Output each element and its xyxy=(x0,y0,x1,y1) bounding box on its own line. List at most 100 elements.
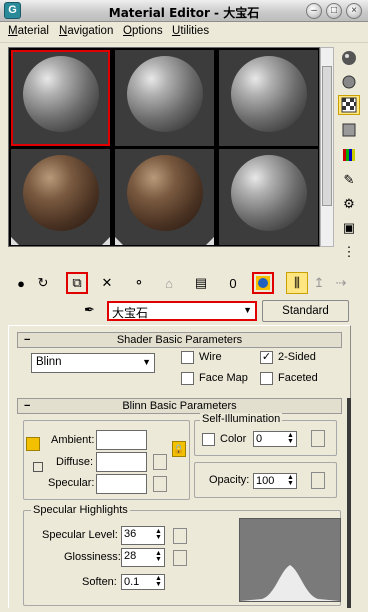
title-bar: G Material Editor - 大宝石 – □ × xyxy=(0,0,368,22)
self-illum-color-checkbox[interactable] xyxy=(202,433,215,446)
spinner-arrows-icon[interactable]: ▲ ▼ xyxy=(154,550,163,563)
wire-checkbox[interactable] xyxy=(181,351,194,364)
self-illum-spinner[interactable]: 0 ▲ ▼ xyxy=(253,431,297,447)
get-material-icon[interactable]: ● xyxy=(10,272,32,294)
sample-sphere xyxy=(231,56,307,132)
opacity-value: 100 xyxy=(256,475,275,487)
diffuse-map-button[interactable] xyxy=(153,454,167,470)
material-type-button[interactable]: Standard xyxy=(262,300,349,322)
material-name-field[interactable]: 大宝石 ▼ xyxy=(107,301,257,321)
sample-uv-tiling-icon[interactable] xyxy=(338,120,360,140)
menu-navigation[interactable]: Navigation xyxy=(59,25,113,37)
blinn-basic-rollout-header[interactable]: − Blinn Basic Parameters xyxy=(17,398,342,414)
scroll-thumb[interactable] xyxy=(322,66,332,206)
sample-slot-1[interactable] xyxy=(11,50,110,146)
opacity-map-button[interactable] xyxy=(311,472,325,489)
glossiness-spinner[interactable]: 28 ▲ ▼ xyxy=(121,548,165,567)
go-forward-to-sibling-icon[interactable]: ⇢ xyxy=(330,272,352,294)
specular-color-swatch[interactable] xyxy=(96,474,147,494)
lock-bracket-icon xyxy=(33,462,43,472)
lock-ambient-diffuse-icon[interactable] xyxy=(26,437,40,451)
put-to-library-icon[interactable]: ▤ xyxy=(190,272,212,294)
reset-map-icon[interactable]: ✕ xyxy=(96,272,118,294)
glossiness-map-button[interactable] xyxy=(173,550,187,566)
chevron-down-icon[interactable]: ▼ xyxy=(142,357,151,367)
face-map-label: Face Map xyxy=(199,372,248,384)
make-preview-icon[interactable]: ✎ xyxy=(338,170,360,190)
spinner-arrows-icon[interactable]: ▲ ▼ xyxy=(286,432,295,445)
specular-level-spinner[interactable]: 36 ▲ ▼ xyxy=(121,526,165,545)
face-map-checkbox[interactable] xyxy=(181,372,194,385)
self-illumination-label: Self-Illumination xyxy=(200,413,283,425)
menu-options[interactable]: Options xyxy=(123,25,163,37)
go-to-parent-icon[interactable]: ↥ xyxy=(308,272,330,294)
background-checker-icon[interactable] xyxy=(338,95,360,115)
textured-sphere xyxy=(127,155,203,231)
slots-scrollbar[interactable] xyxy=(320,47,334,247)
sample-slots xyxy=(8,47,320,247)
maximize-button[interactable]: □ xyxy=(326,3,342,19)
sample-slot-3[interactable] xyxy=(219,50,318,146)
show-map-in-viewport-icon[interactable] xyxy=(252,272,274,294)
select-by-material-icon[interactable]: ▣ xyxy=(338,218,360,238)
shader-dropdown[interactable]: Blinn ▼ xyxy=(31,353,155,373)
sample-slot-4[interactable] xyxy=(11,149,110,245)
make-unique-icon[interactable]: ⌂ xyxy=(158,272,180,294)
slot-corner-marker xyxy=(206,237,214,245)
sample-sphere xyxy=(23,56,99,132)
sample-sphere xyxy=(231,155,307,231)
collapse-icon: − xyxy=(24,334,31,346)
assign-to-selection-icon[interactable]: ⧉ xyxy=(66,272,88,294)
slot-corner-marker xyxy=(11,237,19,245)
chevron-down-icon[interactable]: ▼ xyxy=(243,305,252,315)
faceted-checkbox[interactable] xyxy=(260,372,273,385)
highlight-curve-icon xyxy=(240,565,340,601)
menu-utilities[interactable]: Utilities xyxy=(172,25,209,37)
diffuse-color-swatch[interactable] xyxy=(96,452,147,472)
specular-level-map-button[interactable] xyxy=(173,528,187,544)
lock-icon[interactable]: 🔒 xyxy=(172,441,186,457)
specular-label: Specular: xyxy=(48,477,95,489)
show-end-result-icon[interactable]: ⫼ xyxy=(286,272,308,294)
soften-label: Soften: xyxy=(82,576,117,588)
options-icon[interactable]: ⚙ xyxy=(338,194,360,214)
shader-basic-rollout-header[interactable]: − Shader Basic Parameters xyxy=(17,332,342,348)
menu-material[interactable]: Material xyxy=(8,25,49,37)
self-illum-color-label: Color xyxy=(220,433,247,445)
soften-value: 0.1 xyxy=(124,576,140,588)
sample-slot-2[interactable] xyxy=(115,50,214,146)
minimize-button[interactable]: – xyxy=(306,3,322,19)
backlight-icon[interactable] xyxy=(338,72,360,92)
highlight-curve-graph xyxy=(239,518,341,602)
two-sided-label: 2-Sided xyxy=(278,351,316,363)
panel-scrollbar[interactable] xyxy=(347,398,351,608)
spinner-arrows-icon[interactable]: ▲ ▼ xyxy=(154,575,163,588)
specular-level-value: 36 xyxy=(124,528,137,540)
sample-slot-6[interactable] xyxy=(219,149,318,245)
opacity-spinner[interactable]: 100 ▲ ▼ xyxy=(253,473,297,489)
put-to-scene-icon[interactable]: ↻ xyxy=(32,272,54,294)
glossiness-value: 28 xyxy=(124,550,137,562)
sample-type-sphere-icon[interactable] xyxy=(338,48,360,68)
close-button[interactable]: × xyxy=(346,3,362,19)
slot-corner-marker xyxy=(115,237,123,245)
material-id-channel-icon[interactable]: 0 xyxy=(222,272,244,294)
collapse-icon: − xyxy=(24,400,31,412)
specular-map-button[interactable] xyxy=(153,476,167,492)
opacity-label: Opacity: xyxy=(209,474,250,486)
ambient-label: Ambient: xyxy=(51,434,95,446)
menu-bar: Material Navigation Options Utilities xyxy=(0,22,368,43)
self-illum-map-button[interactable] xyxy=(311,430,325,447)
material-map-navigator-icon[interactable]: ⋮ xyxy=(338,242,360,262)
spinner-arrows-icon[interactable]: ▲ ▼ xyxy=(286,474,295,487)
soften-spinner[interactable]: 0.1 ▲ ▼ xyxy=(121,574,165,590)
two-sided-checkbox[interactable]: ✓ xyxy=(260,351,273,364)
rollout-title: Blinn Basic Parameters xyxy=(122,400,237,412)
video-color-check-icon[interactable] xyxy=(338,145,360,165)
sample-slot-5[interactable] xyxy=(115,149,214,245)
faceted-label: Faceted xyxy=(278,372,318,384)
spinner-arrows-icon[interactable]: ▲ ▼ xyxy=(154,528,163,541)
pick-material-eyedropper-icon[interactable]: ✒ xyxy=(84,302,95,318)
make-copy-icon[interactable]: ⚬ xyxy=(128,272,150,294)
ambient-color-swatch[interactable] xyxy=(96,430,147,450)
